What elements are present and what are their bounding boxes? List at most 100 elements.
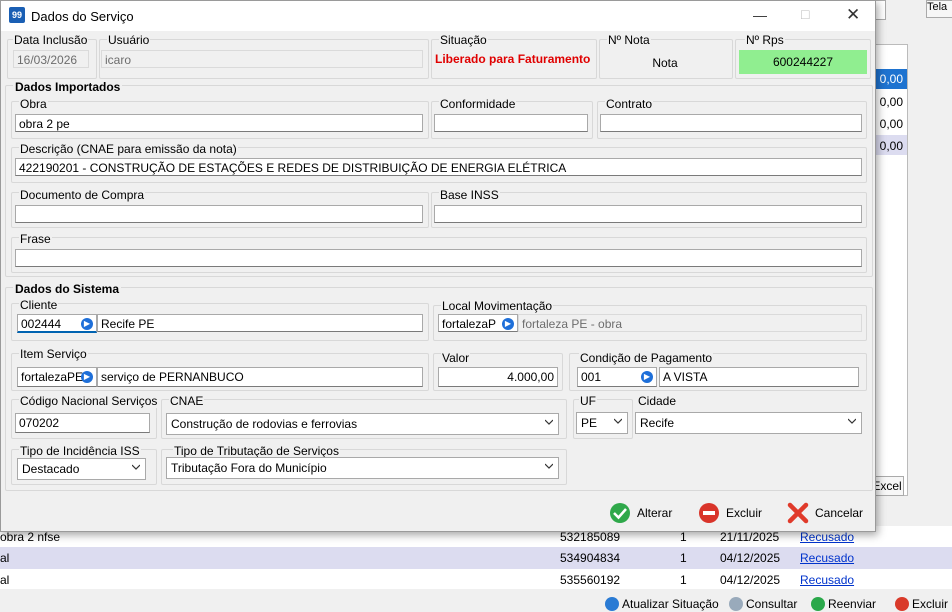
row-desc: al: [0, 551, 10, 565]
local-label: Local Movimentação: [441, 299, 554, 313]
usuario-field[interactable]: icaro: [101, 50, 423, 68]
check-circle-icon: [610, 503, 630, 523]
row-status-link[interactable]: Recusado: [800, 573, 854, 587]
row-date: 21/11/2025: [720, 530, 780, 544]
excluir-button[interactable]: Excluir: [698, 502, 762, 524]
cancelar-label: Cancelar: [815, 506, 864, 520]
local-name-field[interactable]: fortaleza PE - obra: [518, 314, 862, 332]
row-number: 534904834: [560, 551, 621, 565]
obra-field[interactable]: obra 2 pe: [15, 114, 423, 132]
codigo-nacional-label: Código Nacional Serviços: [19, 394, 159, 408]
background-grid-cell: 0,00: [879, 95, 903, 109]
contrato-field[interactable]: [600, 114, 862, 132]
row-number: 535560192: [560, 573, 621, 587]
background-grid-cell: 0,00: [879, 139, 903, 153]
atualizar-situacao-button[interactable]: Atualizar Situação: [605, 597, 719, 611]
background-grid-cell: 0,00: [879, 117, 903, 131]
frase-field[interactable]: [15, 249, 862, 267]
tributacao-label: Tipo de Tributação de Serviços: [173, 444, 340, 458]
excel-button-label: Excel: [872, 479, 902, 493]
check-icon: [811, 597, 825, 611]
local-lookup-icon[interactable]: ▶: [502, 318, 514, 330]
background-grid-cell: 0,00: [879, 72, 903, 86]
atualizar-label: Atualizar Situação: [622, 597, 719, 611]
close-button[interactable]: ✕: [846, 5, 860, 25]
alterar-button[interactable]: Alterar: [609, 502, 672, 524]
cnae-select[interactable]: Construção de rodovias e ferrovias: [166, 413, 559, 435]
background-tab-label: Tela: [927, 1, 948, 13]
rps-label: Nº Rps: [745, 33, 785, 47]
row-status-link[interactable]: Recusado: [800, 530, 854, 544]
consultar-label: Consultar: [746, 597, 798, 611]
cancelar-button[interactable]: Cancelar: [787, 502, 863, 524]
situacao-value: Liberado para Faturamento: [435, 52, 591, 66]
tributacao-select[interactable]: Tributação Fora do Município: [166, 457, 559, 479]
data-inclusao-label: Data Inclusão: [13, 33, 89, 47]
row-qty: 1: [680, 551, 687, 565]
documento-compra-label: Documento de Compra: [19, 188, 146, 202]
condicao-pagamento-label: Condição de Pagamento: [579, 351, 714, 365]
valor-field[interactable]: 4.000,00: [438, 367, 558, 387]
valor-label: Valor: [441, 351, 471, 365]
cidade-label: Cidade: [637, 394, 678, 408]
data-inclusao-field[interactable]: 16/03/2026: [13, 50, 89, 68]
reenviar-button[interactable]: Reenviar: [811, 597, 876, 611]
incidencia-iss-select[interactable]: Destacado: [17, 458, 146, 480]
table-row[interactable]: al 534904834 1 04/12/2025 Recusado: [0, 547, 952, 569]
frase-label: Frase: [19, 232, 52, 246]
conformidade-field[interactable]: [434, 114, 588, 132]
chevron-down-icon: [545, 419, 553, 425]
item-servico-name-field[interactable]: serviço de PERNANBUCO: [97, 367, 423, 387]
cliente-lookup-icon[interactable]: ▶: [81, 318, 93, 330]
base-inss-label: Base INSS: [439, 188, 500, 202]
bottom-toolbar: [0, 592, 952, 612]
stop-icon: [699, 503, 719, 523]
usuario-label: Usuário: [107, 33, 151, 47]
uf-select[interactable]: PE: [576, 412, 628, 434]
stop-icon: [895, 597, 909, 611]
nota-value: Nota: [652, 56, 678, 70]
incidencia-iss-value: Destacado: [22, 462, 80, 476]
condicao-lookup-icon[interactable]: ▶: [641, 371, 653, 383]
uf-label: UF: [579, 394, 597, 408]
cidade-select-value: Recife: [640, 416, 675, 430]
situacao-label: Situação: [439, 33, 488, 47]
maximize-button[interactable]: □: [801, 6, 809, 22]
cnae-select-value: Construção de rodovias e ferrovias: [171, 417, 358, 431]
row-qty: 1: [680, 530, 687, 544]
row-desc: obra 2 nfse: [0, 530, 61, 544]
codigo-nacional-field[interactable]: 070202: [15, 413, 150, 433]
descricao-field[interactable]: 422190201 - CONSTRUÇÃO DE ESTAÇÕES E RED…: [15, 158, 862, 176]
row-qty: 1: [680, 573, 687, 587]
dialog-title: Dados do Serviço: [31, 9, 134, 24]
obra-label: Obra: [19, 97, 48, 111]
cidade-select[interactable]: Recife: [635, 412, 862, 434]
cancel-x-icon: [787, 502, 809, 524]
background-tab[interactable]: Tela: [926, 0, 952, 18]
dados-sistema-heading: Dados do Sistema: [13, 282, 122, 296]
background-excluir-button[interactable]: Excluir: [895, 597, 948, 611]
table-row[interactable]: al 535560192 1 04/12/2025 Recusado: [0, 569, 952, 589]
incidencia-iss-label: Tipo de Incidência ISS: [19, 444, 141, 458]
base-inss-field[interactable]: [434, 205, 862, 223]
dados-servico-dialog: 99 Dados do Serviço — □ ✕ Data Inclusão …: [0, 0, 876, 532]
cliente-label: Cliente: [19, 298, 59, 312]
row-status-link[interactable]: Recusado: [800, 551, 854, 565]
tributacao-value: Tributação Fora do Município: [171, 461, 327, 475]
gear-icon: [729, 597, 743, 611]
documento-compra-field[interactable]: [15, 205, 423, 223]
row-number: 532185089: [560, 530, 621, 544]
chevron-down-icon: [614, 418, 622, 424]
item-servico-lookup-icon[interactable]: ▶: [81, 371, 93, 383]
descricao-label: Descrição (CNAE para emissão da nota): [19, 142, 238, 156]
consultar-button[interactable]: Consultar: [729, 597, 797, 611]
app-icon: 99: [9, 7, 25, 23]
minimize-button[interactable]: —: [753, 7, 767, 23]
row-date: 04/12/2025: [720, 573, 781, 587]
row-desc: al: [0, 573, 10, 587]
chevron-down-icon: [132, 464, 140, 470]
condicao-name-field[interactable]: A VISTA: [659, 367, 859, 387]
refresh-icon: [605, 597, 619, 611]
cliente-name-field[interactable]: Recife PE: [97, 314, 423, 332]
contrato-label: Contrato: [605, 97, 654, 111]
